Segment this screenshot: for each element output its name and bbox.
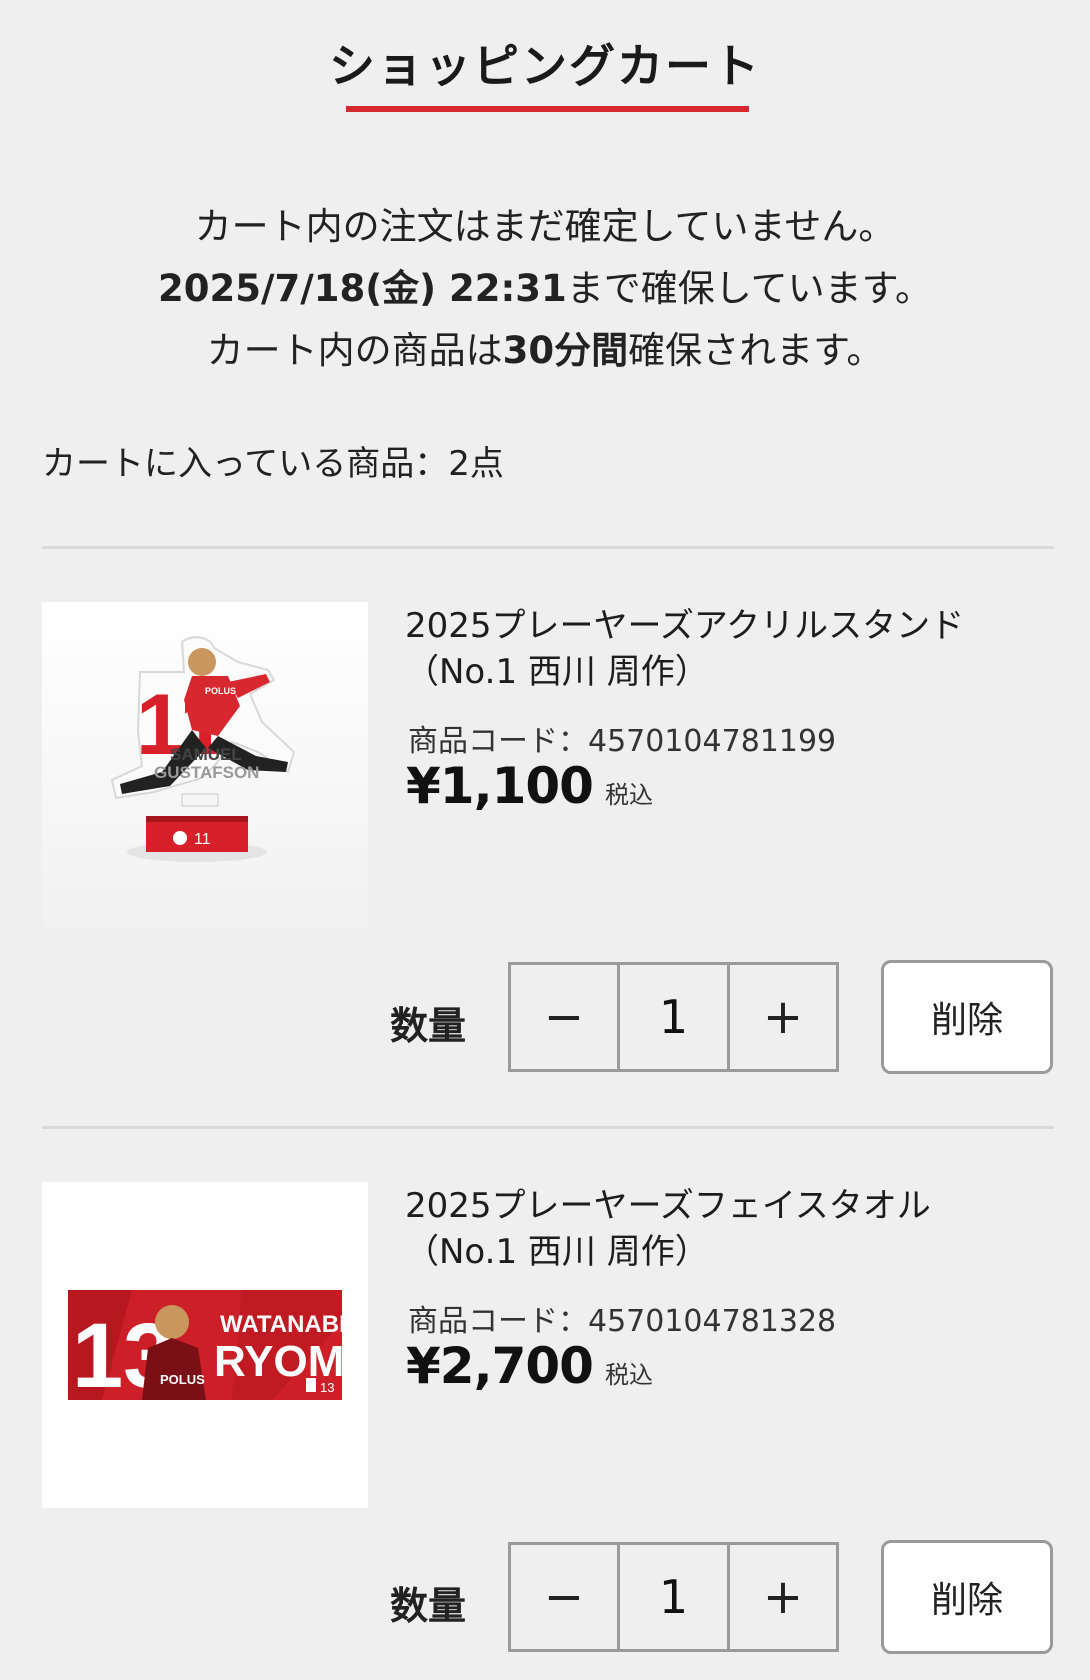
product-price: ¥2,700 税込 xyxy=(406,1337,653,1395)
reservation-duration: 30分間 xyxy=(502,329,629,372)
product-name-face-towel[interactable]: 2025プレーヤーズフェイスタオル （No.1 西川 周作） xyxy=(405,1183,1025,1275)
tax-label: 税込 xyxy=(604,781,653,809)
decrease-quantity-button[interactable]: − xyxy=(511,1545,617,1649)
product-code: 商品コード：4570104781328 xyxy=(408,1304,837,1339)
towel-badge-number: 13 xyxy=(320,1380,334,1395)
divider xyxy=(42,1126,1054,1129)
notice-line-3-prefix: カート内の商品は xyxy=(206,329,503,372)
notice-line-2-suffix: まで確保しています。 xyxy=(566,267,932,310)
increase-quantity-button[interactable]: + xyxy=(730,965,836,1069)
product-image-acrylic-stand[interactable]: 11 POLUS SAMUEL GUSTAFSON 11 xyxy=(42,602,368,928)
delete-button[interactable]: 削除 xyxy=(881,1540,1053,1654)
towel-last-name: RYOMA xyxy=(214,1337,368,1386)
product-name-acrylic-stand[interactable]: 2025プレーヤーズアクリルスタンド （No.1 西川 周作） xyxy=(405,603,1025,695)
page-title: ショッピングカート xyxy=(329,39,761,93)
quantity-label: 数量 xyxy=(390,1004,467,1048)
quantity-value[interactable]: 1 xyxy=(617,965,730,1069)
acrylic-first-name: SAMUEL xyxy=(170,745,242,764)
product-name-line-2: （No.1 西川 周作） xyxy=(405,1232,709,1272)
cart-notice: カート内の注文はまだ確定していません。 2025/7/18(金) 22:31まで… xyxy=(0,196,1090,382)
divider xyxy=(42,546,1054,549)
quantity-label: 数量 xyxy=(390,1584,467,1628)
towel-first-name: WATANABE xyxy=(220,1311,355,1338)
notice-line-3-suffix: 確保されます。 xyxy=(628,329,884,372)
acrylic-last-name: GUSTAFSON xyxy=(154,763,259,782)
towel-brand: POLUS xyxy=(160,1372,205,1387)
decrease-quantity-button[interactable]: − xyxy=(511,965,617,1069)
cart-item-count: カートに入っている商品：2点 xyxy=(42,444,504,484)
product-code: 商品コード：4570104781199 xyxy=(408,724,837,759)
quantity-stepper: − 1 + xyxy=(508,962,839,1072)
price-value: ¥1,100 xyxy=(406,757,594,815)
reservation-deadline: 2025/7/18(金) 22:31 xyxy=(158,267,567,310)
product-image-face-towel[interactable]: 13 POLUS WATANABE RYOMA 13 xyxy=(42,1182,368,1508)
product-name-line-1: 2025プレーヤーズフェイスタオル xyxy=(405,1186,931,1226)
product-name-line-1: 2025プレーヤーズアクリルスタンド xyxy=(405,606,965,646)
acrylic-base-number: 11 xyxy=(194,831,211,848)
product-price: ¥1,100 税込 xyxy=(406,757,653,815)
notice-line-2: 2025/7/18(金) 22:31まで確保しています。 xyxy=(0,258,1090,320)
notice-line-3: カート内の商品は30分間確保されます。 xyxy=(0,320,1090,382)
price-value: ¥2,700 xyxy=(406,1337,594,1395)
increase-quantity-button[interactable]: + xyxy=(730,1545,836,1649)
quantity-value[interactable]: 1 xyxy=(617,1545,730,1649)
delete-button[interactable]: 削除 xyxy=(881,960,1053,1074)
acrylic-brand: POLUS xyxy=(205,686,236,696)
tax-label: 税込 xyxy=(604,1361,653,1389)
title-underline xyxy=(346,106,749,112)
product-name-line-2: （No.1 西川 周作） xyxy=(405,652,709,692)
quantity-stepper: − 1 + xyxy=(508,1542,839,1652)
notice-line-1: カート内の注文はまだ確定していません。 xyxy=(194,205,896,248)
